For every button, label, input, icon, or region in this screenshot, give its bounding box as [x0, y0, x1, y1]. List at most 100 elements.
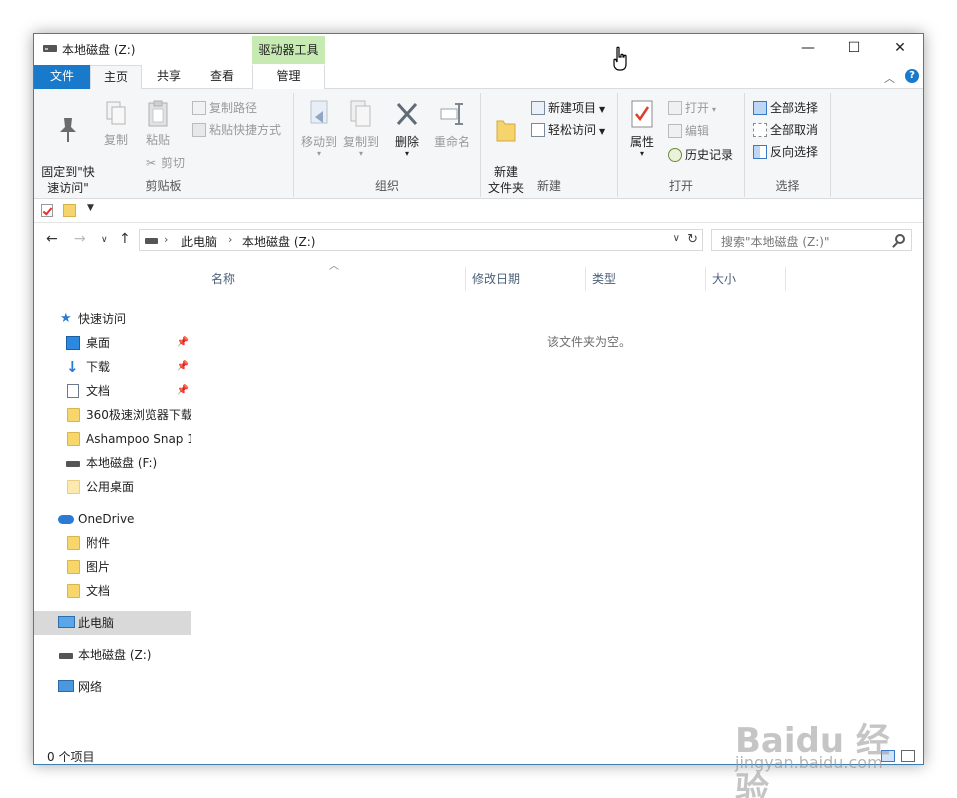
drive-icon	[145, 238, 158, 244]
select-none-button[interactable]: 全部取消	[753, 120, 818, 140]
nav-item-pictures[interactable]: 图片	[34, 555, 191, 579]
open-icon	[668, 100, 682, 115]
nav-item-drive-f[interactable]: 本地磁盘 (F:)	[34, 451, 191, 475]
rename-label: 重命名	[433, 135, 470, 149]
cut-button[interactable]: ✂ 剪切	[144, 153, 185, 173]
item-count: 0 个项目	[47, 750, 95, 764]
history-label: 历史记录	[685, 148, 734, 162]
recent-locations-icon[interactable]: ∨	[101, 235, 108, 245]
column-header-date-modified[interactable]: 修改日期	[466, 267, 586, 291]
address-dropdown-icon[interactable]: ∨	[673, 233, 680, 244]
copy-label: 复制	[103, 133, 128, 147]
copy-path-button[interactable]: 复制路径	[192, 98, 257, 118]
nav-this-pc-label: 此电脑	[78, 616, 115, 630]
new-item-icon	[531, 100, 545, 115]
search-input[interactable]: 搜索"本地磁盘 (Z:)"	[711, 229, 912, 251]
nav-onedrive[interactable]: OneDrive	[34, 507, 191, 531]
open-button[interactable]: 打开 ▾	[668, 98, 716, 118]
copy-to-label: 复制到	[342, 135, 379, 149]
paste-shortcut-button[interactable]: 粘贴快捷方式	[192, 120, 281, 140]
open-label: 打开	[685, 101, 710, 115]
chevron-down-icon: ▾	[404, 149, 409, 158]
nav-quick-access[interactable]: ★ 快速访问	[34, 307, 191, 331]
window-title: 本地磁盘 (Z:)	[62, 43, 136, 57]
maximize-button[interactable]: ☐	[831, 34, 877, 65]
properties-button[interactable]: 属性 ▾	[624, 99, 660, 158]
nav-drive-z[interactable]: 本地磁盘 (Z:)	[34, 643, 191, 667]
customize-dropdown-icon[interactable]: ▼	[87, 203, 94, 213]
nav-item-360-downloads[interactable]: 360极速浏览器下载	[34, 403, 191, 427]
paste-label: 粘贴	[145, 133, 170, 147]
tab-home[interactable]: 主页	[90, 65, 142, 90]
tab-file[interactable]: 文件	[34, 65, 90, 89]
pin-icon[interactable]: 📌	[177, 355, 189, 379]
document-icon	[67, 384, 79, 398]
breadcrumb-this-pc[interactable]: 此电脑	[181, 233, 217, 250]
title-bar[interactable]: 本地磁盘 (Z:) 驱动器工具 — ☐ ✕	[34, 34, 923, 65]
tab-manage[interactable]: 管理	[252, 65, 325, 89]
breadcrumb-chevron-icon[interactable]: ›	[228, 233, 232, 246]
new-item-button[interactable]: 新建项目 ▼	[531, 98, 605, 118]
nav-item-onedrive-documents[interactable]: 文档	[34, 579, 191, 603]
minimize-button[interactable]: —	[785, 34, 831, 65]
nav-item-label: 本地磁盘 (F:)	[86, 456, 158, 470]
star-icon: ★	[60, 311, 72, 326]
rename-icon	[440, 103, 463, 125]
nav-item-ashampoo[interactable]: Ashampoo Snap 1	[34, 427, 191, 451]
search-icon[interactable]	[895, 234, 905, 244]
select-none-icon	[753, 122, 767, 137]
tab-view[interactable]: 查看	[196, 65, 248, 89]
paste-button[interactable]: 粘贴	[140, 99, 176, 148]
folder-icon	[67, 432, 80, 446]
address-bar[interactable]: › 此电脑 › 本地磁盘 (Z:) ∨ ↻	[139, 229, 703, 251]
nav-drive-z-label: 本地磁盘 (Z:)	[78, 648, 152, 662]
column-header-type[interactable]: 类型	[586, 267, 706, 291]
breadcrumb-chevron-icon[interactable]: ›	[164, 233, 168, 246]
nav-item-downloads[interactable]: ↓ 下载 📌	[34, 355, 191, 379]
invert-selection-button[interactable]: 反向选择	[753, 142, 818, 162]
cloud-icon	[58, 515, 74, 524]
select-all-icon	[753, 100, 767, 115]
copy-button[interactable]: 复制	[98, 99, 134, 148]
column-header-name[interactable]: 名称	[205, 267, 466, 291]
new-item-label: 新建项目	[548, 101, 597, 115]
pin-icon[interactable]: 📌	[177, 379, 189, 403]
close-button[interactable]: ✕	[877, 34, 923, 65]
file-list-pane[interactable]: ︿ 名称 修改日期 类型 大小 该文件夹为空。	[193, 257, 923, 746]
move-to-button[interactable]: 移动到 ▾	[298, 99, 340, 158]
group-open-label: 打开	[668, 179, 693, 193]
ribbon: 固定到"快 速访问" 复制 粘贴 复制路径 粘贴快捷方式 ✂ 剪切 剪贴板 移动…	[34, 89, 923, 199]
copy-to-button[interactable]: 复制到 ▾	[340, 99, 382, 158]
tab-share[interactable]: 共享	[142, 65, 196, 89]
chevron-up-icon[interactable]: ︿	[884, 70, 895, 86]
folder-icon[interactable]	[63, 204, 76, 217]
nav-item-desktop[interactable]: 桌面 📌	[34, 331, 191, 355]
back-arrow-icon[interactable]: ←	[46, 231, 58, 247]
refresh-icon[interactable]: ↻	[687, 232, 698, 247]
help-icon[interactable]: ?	[905, 69, 919, 83]
nav-this-pc[interactable]: 此电脑	[34, 611, 191, 635]
properties-label: 属性	[629, 135, 654, 149]
invert-selection-label: 反向选择	[770, 145, 819, 159]
nav-item-attachments[interactable]: 附件	[34, 531, 191, 555]
breadcrumb-drive-z[interactable]: 本地磁盘 (Z:)	[242, 233, 315, 250]
watermark-url: jingyan.baidu.com	[735, 753, 883, 772]
nav-item-public-desktop[interactable]: 公用桌面	[34, 475, 191, 499]
select-all-button[interactable]: 全部选择	[753, 98, 818, 118]
forward-arrow-icon[interactable]: →	[74, 231, 86, 247]
history-button[interactable]: 历史记录	[668, 145, 733, 165]
easy-access-button[interactable]: 轻松访问 ▼	[531, 120, 605, 140]
pin-icon[interactable]: 📌	[177, 331, 189, 355]
scissors-icon: ✂	[145, 155, 157, 170]
delete-x-icon	[396, 102, 418, 126]
nav-item-documents[interactable]: 文档 📌	[34, 379, 191, 403]
up-arrow-icon[interactable]: ↑	[119, 231, 131, 247]
rename-button[interactable]: 重命名	[430, 99, 474, 150]
nav-item-label: 附件	[86, 536, 111, 550]
group-select: 全部选择 全部取消 反向选择 选择	[745, 93, 831, 197]
nav-network[interactable]: 网络	[34, 675, 191, 699]
edit-button[interactable]: 编辑	[668, 121, 709, 141]
column-header-size[interactable]: 大小	[706, 267, 786, 291]
delete-button[interactable]: 删除 ▾	[390, 99, 424, 158]
properties-check-icon[interactable]	[41, 204, 53, 217]
